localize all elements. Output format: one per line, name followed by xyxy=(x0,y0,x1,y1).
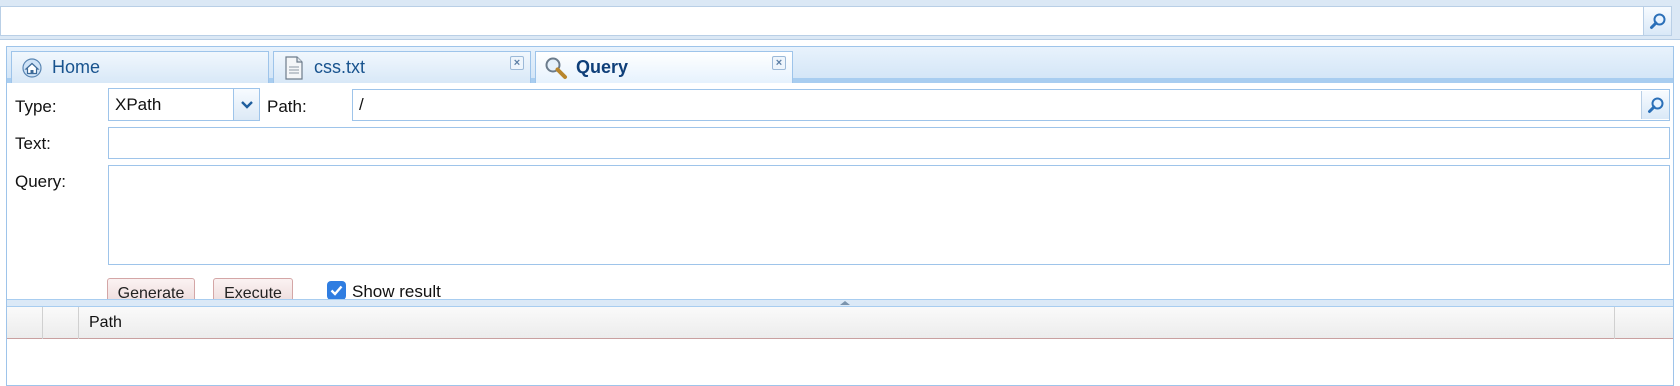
close-icon[interactable]: × xyxy=(510,56,524,70)
query-label: Query: xyxy=(15,172,67,191)
search-icon xyxy=(1649,13,1665,29)
path-field[interactable]: / xyxy=(352,89,1670,121)
search-icon xyxy=(1647,97,1663,113)
query-panel: Home css.txt × Query × Type: XPath Path:… xyxy=(6,46,1674,386)
chevron-down-icon[interactable] xyxy=(233,89,259,120)
top-toolbar xyxy=(0,0,1680,40)
grid-column-header[interactable] xyxy=(43,307,79,339)
path-input[interactable]: / xyxy=(359,95,364,115)
grid-column-header[interactable] xyxy=(1615,307,1673,339)
grid-column-header[interactable] xyxy=(7,307,43,339)
panel-splitter[interactable] xyxy=(7,299,1673,307)
results-grid-header: Path xyxy=(7,307,1673,339)
collapse-up-icon[interactable] xyxy=(840,301,850,305)
type-label: Type: xyxy=(15,97,57,116)
tab-css-txt[interactable]: css.txt × xyxy=(273,51,531,83)
home-icon xyxy=(20,56,44,80)
magnifier-icon xyxy=(544,56,568,80)
grid-column-header-path[interactable]: Path xyxy=(79,307,1615,339)
tab-home-label: Home xyxy=(52,57,101,77)
tab-strip: Home css.txt × Query × xyxy=(7,47,1673,83)
checkmark-icon xyxy=(330,285,343,296)
text-input[interactable] xyxy=(108,127,1670,159)
close-icon[interactable]: × xyxy=(772,56,786,70)
global-search-field[interactable] xyxy=(0,6,1672,36)
text-label: Text: xyxy=(15,134,51,153)
type-select-value: XPath xyxy=(115,94,162,114)
query-textarea[interactable] xyxy=(108,165,1670,265)
global-search-input[interactable] xyxy=(1,7,1631,35)
show-result-checkbox[interactable] xyxy=(327,281,346,300)
tab-query-label: Query xyxy=(576,57,629,77)
tab-query[interactable]: Query × xyxy=(535,51,793,83)
tab-home[interactable]: Home xyxy=(11,51,269,83)
document-icon xyxy=(282,55,306,80)
path-search-button[interactable] xyxy=(1641,91,1669,119)
global-search-button[interactable] xyxy=(1643,7,1671,35)
path-label: Path: xyxy=(267,97,307,116)
tab-css-txt-label: css.txt xyxy=(314,57,366,77)
type-select[interactable]: XPath xyxy=(108,88,260,121)
